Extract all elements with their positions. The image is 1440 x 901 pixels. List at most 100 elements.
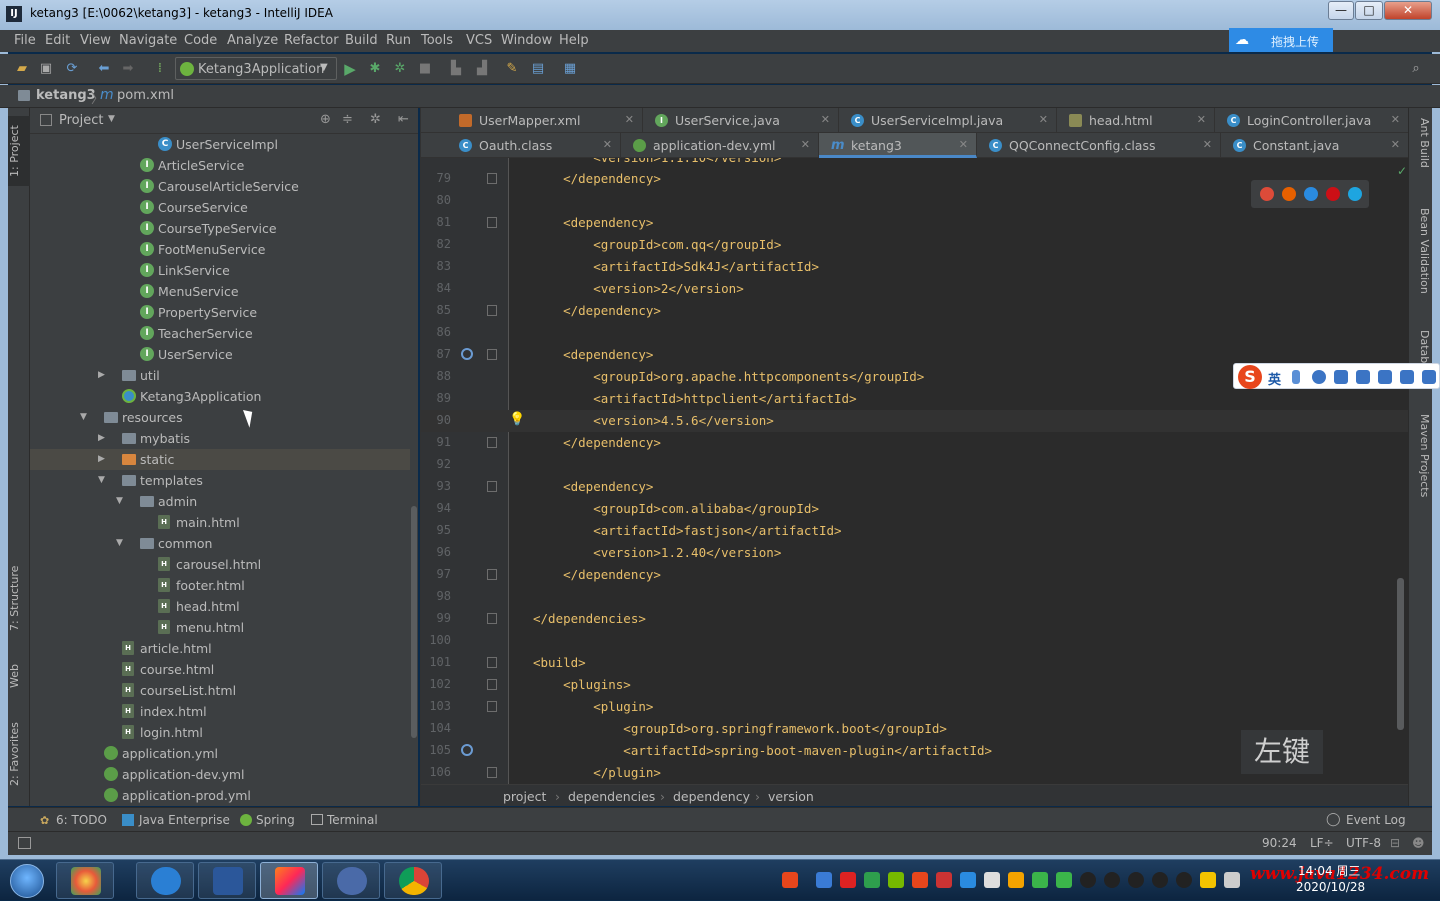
- sogou-tray-icon[interactable]: [782, 872, 798, 888]
- breadcrumb-dependencies[interactable]: dependencies: [568, 789, 655, 804]
- taskbar-app-intellij[interactable]: [260, 862, 318, 899]
- menu-vcs[interactable]: VCS: [466, 33, 492, 48]
- safari-icon[interactable]: [1304, 187, 1318, 201]
- taskbar-app-chrome[interactable]: [384, 862, 442, 899]
- fold-marker-icon[interactable]: [487, 437, 497, 448]
- shield-icon[interactable]: [864, 872, 880, 888]
- ime-mode[interactable]: 英: [1268, 369, 1281, 388]
- project-tree-item[interactable]: I TeacherService: [30, 323, 410, 344]
- fold-marker-icon[interactable]: [487, 305, 497, 316]
- code-line[interactable]: 85 </dependency>: [421, 300, 1409, 322]
- java-enterprise-tab[interactable]: Java Enterprise: [139, 813, 230, 827]
- tray-icon[interactable]: [1008, 872, 1024, 888]
- structure-tool-tab[interactable]: 7: Structure: [8, 558, 30, 638]
- stop-icon[interactable]: ■: [417, 61, 433, 77]
- tray-icon[interactable]: [936, 872, 952, 888]
- project-tree-item[interactable]: Hfooter.html: [30, 575, 410, 596]
- menu-tools[interactable]: Tools: [421, 33, 453, 48]
- qq-icon[interactable]: [1080, 872, 1096, 888]
- fold-marker-icon[interactable]: [487, 701, 497, 712]
- project-tree-item[interactable]: Hcourse.html: [30, 659, 410, 680]
- override-gutter-icon[interactable]: [461, 348, 473, 360]
- qq-icon[interactable]: [1176, 872, 1192, 888]
- attach-icon[interactable]: ▙: [448, 61, 464, 77]
- collapse-arrow-icon[interactable]: ▼: [116, 537, 126, 549]
- collapse-all-icon[interactable]: ≑: [342, 112, 353, 127]
- bean-validation-tab[interactable]: Bean Validation: [1411, 208, 1431, 318]
- project-panel-title[interactable]: Project: [59, 113, 103, 128]
- menu-window[interactable]: Window: [501, 33, 552, 48]
- close-button[interactable]: ✕: [1384, 1, 1432, 20]
- project-tree-item[interactable]: application-dev.yml: [30, 764, 410, 785]
- project-tree-item[interactable]: ▼ resources: [30, 407, 410, 428]
- code-line[interactable]: 89 <artifactId>httpclient</artifactId>: [421, 388, 1409, 410]
- wechat-icon[interactable]: [1032, 872, 1048, 888]
- project-tree-item[interactable]: ▼ templates: [30, 470, 410, 491]
- fold-marker-icon[interactable]: [487, 481, 497, 492]
- project-tree-item[interactable]: I UserService: [30, 344, 410, 365]
- editor-tab[interactable]: C LoginController.java ✕: [1215, 108, 1409, 133]
- project-scrollbar[interactable]: [411, 506, 417, 738]
- project-tree-item[interactable]: I CourseTypeService: [30, 218, 410, 239]
- fold-marker-icon[interactable]: [487, 569, 497, 580]
- breadcrumb-dependency[interactable]: dependency: [673, 789, 750, 804]
- toggle-tool-windows-icon[interactable]: [18, 837, 31, 849]
- clock-date[interactable]: 2020/10/28: [1296, 880, 1365, 894]
- start-button[interactable]: [4, 861, 50, 901]
- project-tree-item[interactable]: I MenuService: [30, 281, 410, 302]
- firefox-icon[interactable]: [1282, 187, 1296, 201]
- inspector-icon[interactable]: ☻: [1412, 836, 1425, 850]
- code-line[interactable]: 96 <version>1.2.40</version>: [421, 542, 1409, 564]
- lightbulb-icon[interactable]: 💡: [509, 412, 525, 427]
- ie-icon[interactable]: [1348, 187, 1362, 201]
- fold-marker-icon[interactable]: [487, 173, 497, 184]
- code-line[interactable]: 84 <version>2</version>: [421, 278, 1409, 300]
- forward-icon[interactable]: ➡: [120, 61, 136, 77]
- taskbar-app-colorful[interactable]: [56, 862, 114, 899]
- web-tool-tab[interactable]: Web: [8, 654, 30, 698]
- code-line[interactable]: 101 <build>: [421, 652, 1409, 674]
- editor-tab[interactable]: UserMapper.xml ✕: [447, 108, 643, 133]
- tray-icon[interactable]: [840, 872, 856, 888]
- microphone-icon[interactable]: [1334, 370, 1348, 384]
- editor-tab[interactable]: head.html ✕: [1057, 108, 1215, 133]
- editor-tab[interactable]: C Constant.java ✕: [1221, 133, 1409, 158]
- qq-icon[interactable]: [1104, 872, 1120, 888]
- code-line[interactable]: 97 </dependency>: [421, 564, 1409, 586]
- search-everywhere-icon[interactable]: ⌕: [1408, 61, 1424, 77]
- emoji-icon[interactable]: [1312, 370, 1326, 384]
- editor-tab[interactable]: C UserServiceImpl.java ✕: [839, 108, 1057, 133]
- project-tree-item[interactable]: ▼ admin: [30, 491, 410, 512]
- menu-code[interactable]: Code: [184, 33, 217, 48]
- close-tab-icon[interactable]: ✕: [1197, 113, 1206, 126]
- skin-icon[interactable]: [1400, 370, 1414, 384]
- collapse-arrow-icon[interactable]: ▼: [98, 474, 108, 486]
- project-tree-item[interactable]: Hmenu.html: [30, 617, 410, 638]
- code-line[interactable]: 95 <artifactId>fastjson</artifactId>: [421, 520, 1409, 542]
- project-tree-item[interactable]: Hhead.html: [30, 596, 410, 617]
- menu-build[interactable]: Build: [345, 33, 378, 48]
- project-tree-item[interactable]: application-prod.yml: [30, 785, 410, 806]
- menu-edit[interactable]: Edit: [45, 33, 70, 48]
- close-tab-icon[interactable]: ✕: [821, 113, 830, 126]
- taskbar-app-qq-browser[interactable]: [136, 862, 194, 899]
- editor-tab[interactable]: application-dev.yml ✕: [621, 133, 819, 158]
- editor-tab[interactable]: C QQConnectConfig.class ✕: [977, 133, 1221, 158]
- project-tree-item[interactable]: ▶ mybatis: [30, 428, 410, 449]
- gear-icon[interactable]: ✲: [370, 112, 381, 127]
- nav-project[interactable]: ketang3: [36, 88, 96, 103]
- close-tab-icon[interactable]: ✕: [603, 138, 612, 151]
- back-icon[interactable]: ⬅: [96, 61, 112, 77]
- editor-tab[interactable]: m ketang3 ✕: [819, 133, 977, 158]
- code-area[interactable]: <version>1.1.10</version> 79 </dependenc…: [421, 158, 1409, 784]
- project-tree-item[interactable]: Ketang3Application: [30, 386, 410, 407]
- fold-marker-icon[interactable]: [487, 217, 497, 228]
- sdk-icon[interactable]: ▦: [562, 61, 578, 77]
- close-tab-icon[interactable]: ✕: [959, 138, 968, 151]
- qq-icon[interactable]: [1128, 872, 1144, 888]
- hide-panel-icon[interactable]: ⇤: [398, 112, 409, 127]
- baidu-upload-widget[interactable]: ☁ 拖拽上传: [1229, 28, 1333, 52]
- override-gutter-icon[interactable]: [461, 744, 473, 756]
- line-separator[interactable]: LF÷: [1310, 836, 1334, 850]
- code-line[interactable]: 83 <artifactId>Sdk4J</artifactId>: [421, 256, 1409, 278]
